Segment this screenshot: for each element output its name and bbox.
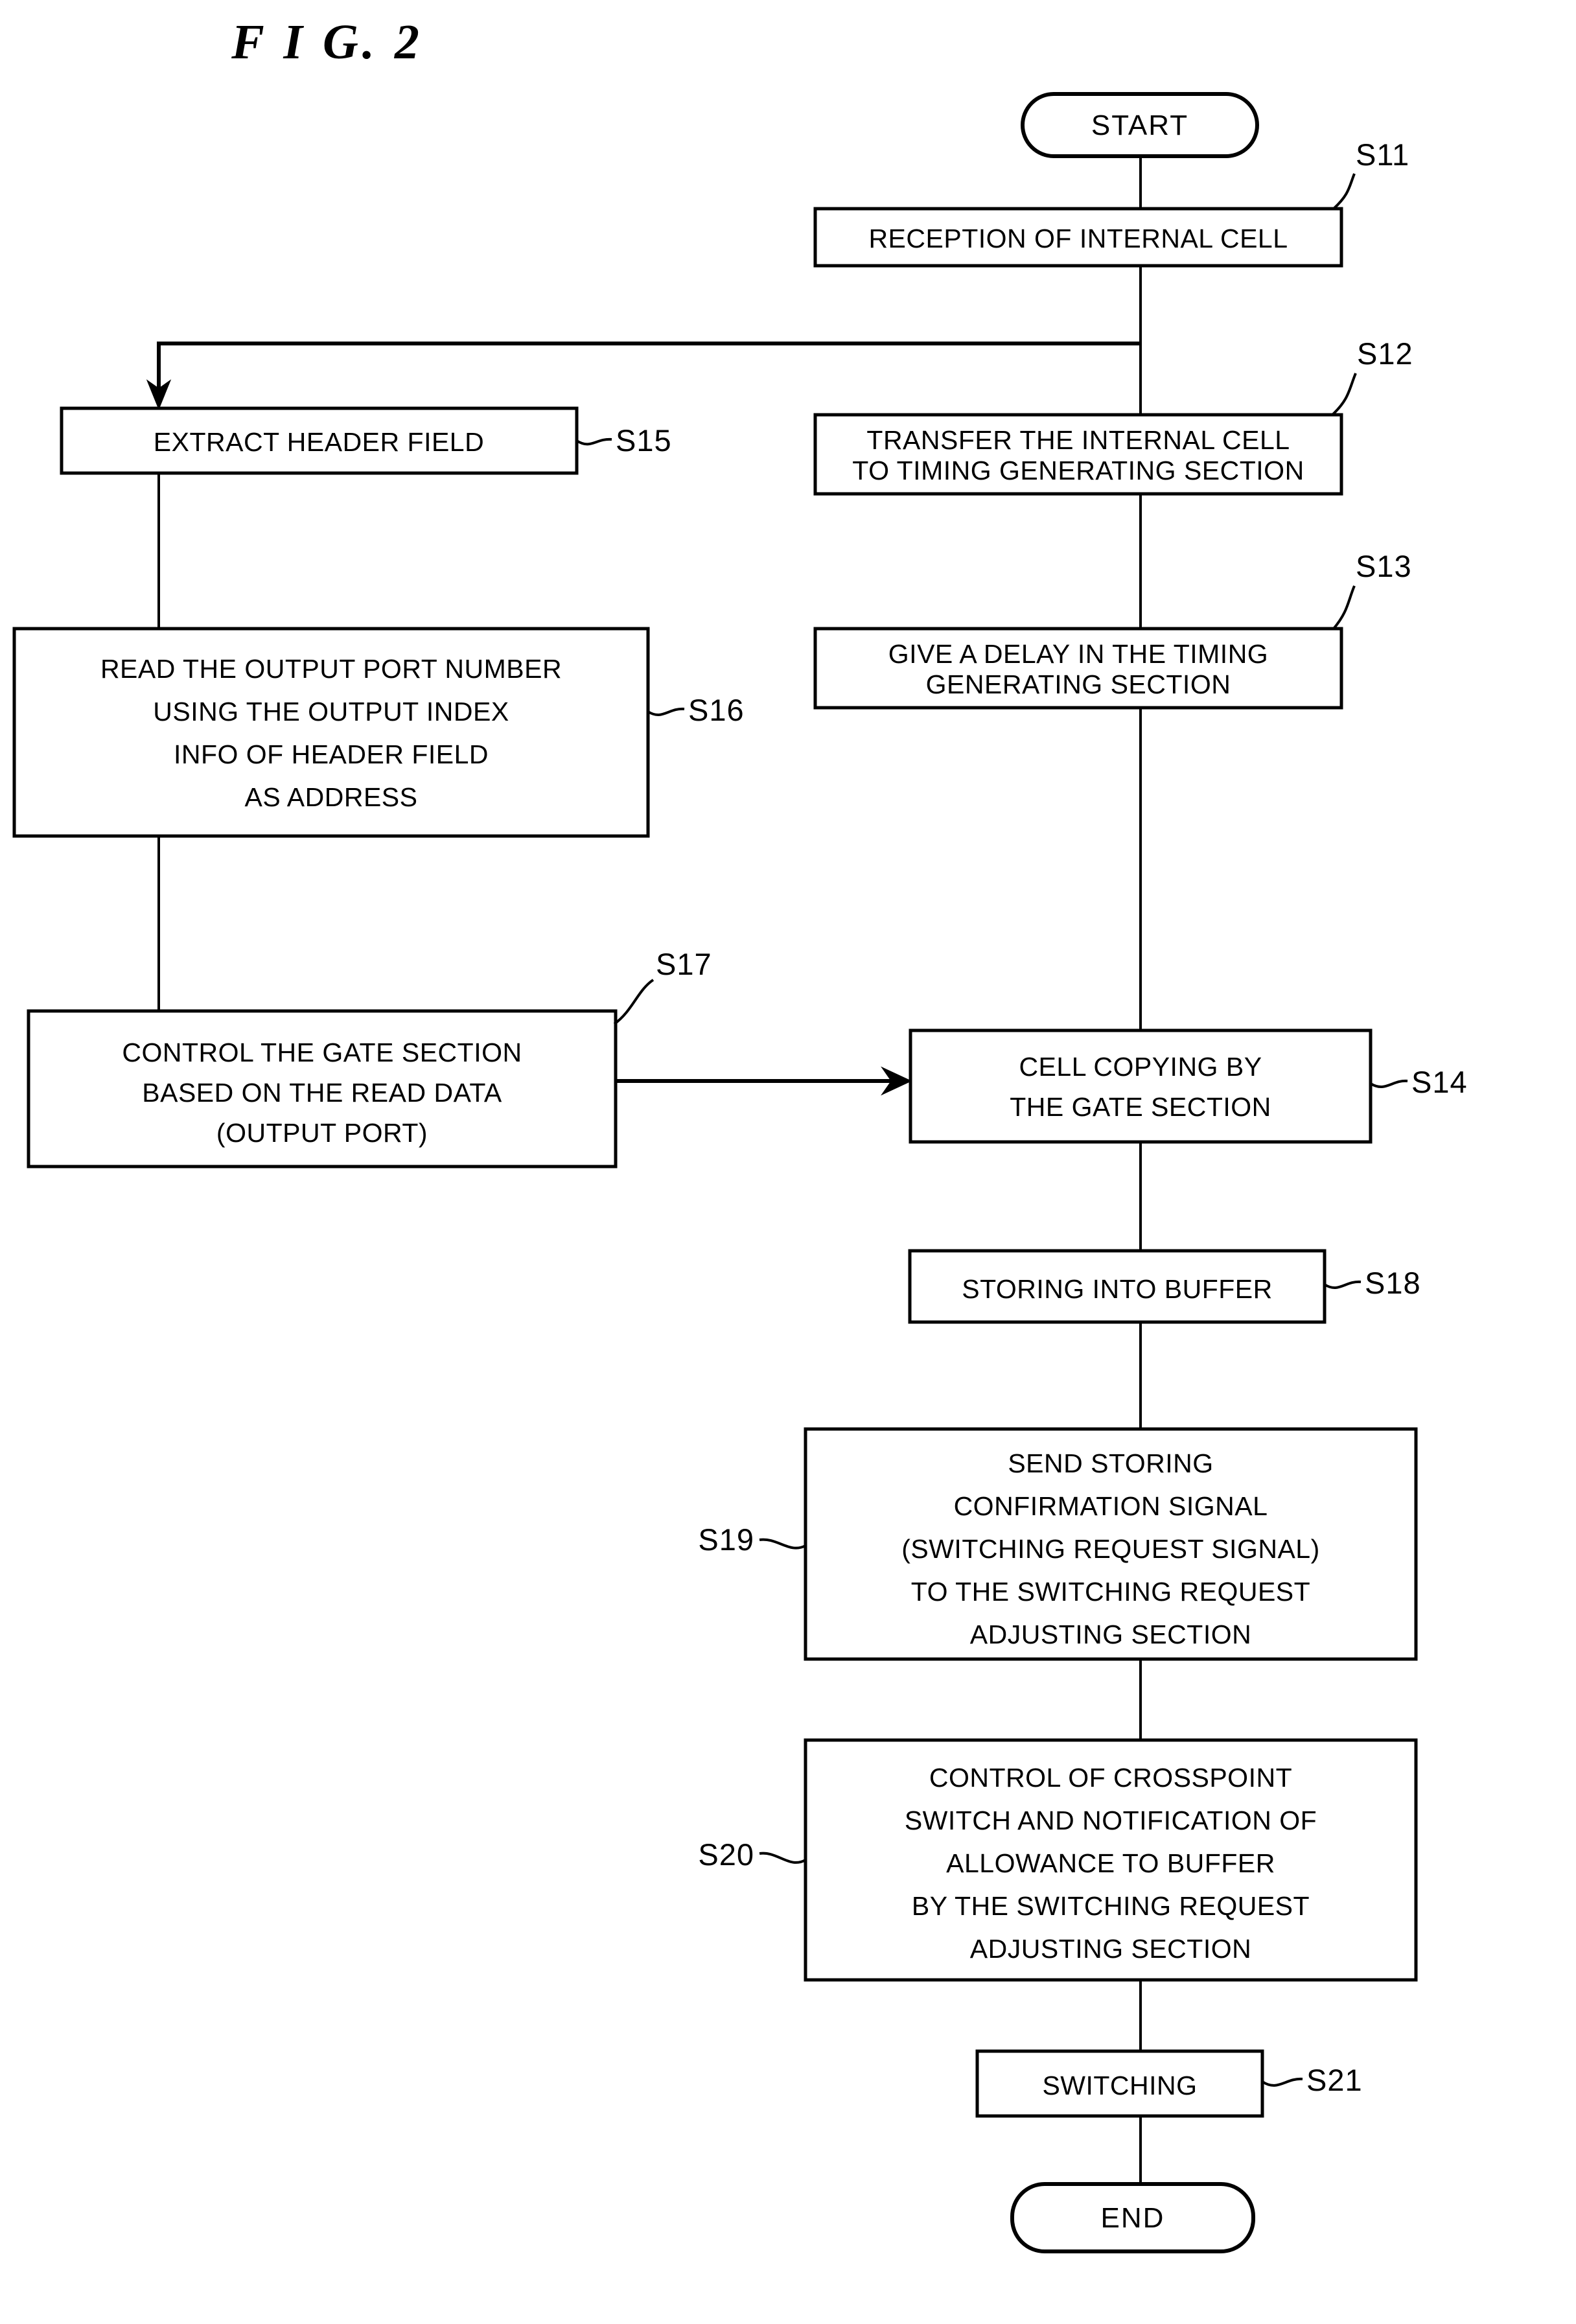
s20-line-1: CONTROL OF CROSSPOINT xyxy=(929,1763,1292,1793)
s18-step-tag: S18 xyxy=(1365,1266,1421,1300)
flowchart-diagram: F I G. 2 START RECEPTION OF INTERNAL CEL… xyxy=(12,15,1468,2253)
node-s18: STORING INTO BUFFER S18 xyxy=(908,1249,1421,1324)
s12-line-2: TO TIMING GENERATING SECTION xyxy=(852,456,1304,485)
s19-line-2: CONFIRMATION SIGNAL xyxy=(954,1491,1268,1521)
node-start: START xyxy=(1021,92,1259,158)
s12-line-1: TRANSFER THE INTERNAL CELL xyxy=(866,425,1290,455)
s15-step-tag: S15 xyxy=(616,423,672,458)
figure-canvas: F I G. 2 START RECEPTION OF INTERNAL CEL… xyxy=(0,0,1576,2324)
s19-step-tag: S19 xyxy=(698,1522,754,1557)
node-s16: READ THE OUTPUT PORT NUMBER USING THE OU… xyxy=(12,627,745,838)
s17-leader xyxy=(613,979,655,1025)
s17-line-3: (OUTPUT PORT) xyxy=(216,1118,428,1148)
s16-line-2: USING THE OUTPUT INDEX xyxy=(153,697,509,726)
s18-leader xyxy=(1323,1280,1362,1289)
node-s12: TRANSFER THE INTERNAL CELL TO TIMING GEN… xyxy=(813,336,1413,496)
s17-step-tag: S17 xyxy=(656,947,712,981)
s13-line-2: GENERATING SECTION xyxy=(926,669,1231,699)
node-s19: SEND STORING CONFIRMATION SIGNAL (SWITCH… xyxy=(698,1427,1418,1661)
s14-box-shape xyxy=(909,1028,1373,1144)
s20-step-tag: S20 xyxy=(698,1837,754,1872)
node-s13: GIVE A DELAY IN THE TIMING GENERATING SE… xyxy=(813,549,1412,710)
s20-line-3: ALLOWANCE TO BUFFER xyxy=(946,1848,1275,1878)
s14-line-1: CELL COPYING BY xyxy=(1019,1052,1262,1082)
s19-line-5: ADJUSTING SECTION xyxy=(970,1620,1251,1649)
s14-leader xyxy=(1369,1079,1408,1088)
node-s17: CONTROL THE GATE SECTION BASED ON THE RE… xyxy=(27,947,712,1168)
s15-line-1: EXTRACT HEADER FIELD xyxy=(154,427,484,457)
s20-line-2: SWITCH AND NOTIFICATION OF xyxy=(905,1806,1317,1835)
s19-line-3: (SWITCHING REQUEST SIGNAL) xyxy=(901,1534,1320,1564)
s19-line-4: TO THE SWITCHING REQUEST xyxy=(911,1577,1310,1607)
s16-line-3: INFO OF HEADER FIELD xyxy=(174,739,489,769)
s15-leader xyxy=(575,437,612,446)
s13-leader xyxy=(1332,585,1356,630)
s20-line-4: BY THE SWITCHING REQUEST xyxy=(912,1891,1310,1921)
s13-step-tag: S13 xyxy=(1356,549,1412,583)
node-s15: EXTRACT HEADER FIELD S15 xyxy=(60,406,672,475)
s19-line-1: SEND STORING xyxy=(1008,1448,1213,1478)
s13-line-1: GIVE A DELAY IN THE TIMING xyxy=(888,639,1268,669)
node-s21: SWITCHING S21 xyxy=(975,2049,1363,2118)
s16-line-4: AS ADDRESS xyxy=(244,782,417,812)
s21-leader xyxy=(1261,2077,1303,2087)
s12-leader xyxy=(1331,373,1357,416)
s11-leader xyxy=(1332,173,1356,210)
s14-line-2: THE GATE SECTION xyxy=(1010,1092,1271,1122)
s20-line-5: ADJUSTING SECTION xyxy=(970,1934,1251,1964)
s17-line-1: CONTROL THE GATE SECTION xyxy=(122,1038,522,1067)
end-label: END xyxy=(1101,2202,1165,2234)
figure-title: F I G. 2 xyxy=(231,15,423,69)
node-s20: CONTROL OF CROSSPOINT SWITCH AND NOTIFIC… xyxy=(698,1738,1418,1982)
node-end: END xyxy=(1010,2182,1255,2253)
connector-branch-to-s15 xyxy=(157,342,1141,389)
start-label: START xyxy=(1091,110,1188,141)
s16-leader xyxy=(647,707,685,716)
s16-line-1: READ THE OUTPUT PORT NUMBER xyxy=(100,654,562,684)
node-s14: CELL COPYING BY THE GATE SECTION S14 xyxy=(909,1028,1468,1144)
s19-leader xyxy=(759,1538,806,1550)
s11-step-tag: S11 xyxy=(1356,137,1409,172)
s21-step-tag: S21 xyxy=(1306,2063,1363,2097)
s12-step-tag: S12 xyxy=(1357,336,1413,371)
s17-line-2: BASED ON THE READ DATA xyxy=(142,1078,502,1108)
s18-line-1: STORING INTO BUFFER xyxy=(962,1274,1273,1304)
s14-step-tag: S14 xyxy=(1411,1065,1468,1099)
s11-line-1: RECEPTION OF INTERNAL CELL xyxy=(868,224,1288,253)
s16-step-tag: S16 xyxy=(688,693,745,727)
s21-line-1: SWITCHING xyxy=(1042,2071,1197,2100)
s20-leader xyxy=(759,1852,806,1864)
